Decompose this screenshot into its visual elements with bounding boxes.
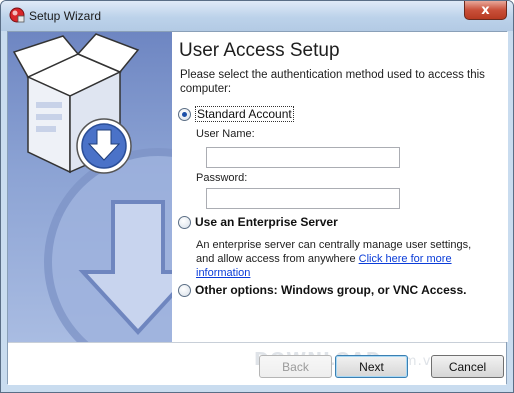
setup-wizard-window: Setup Wizard x User Access Setup Please … xyxy=(0,0,514,393)
enterprise-note-line1: An enterprise server can centrally manag… xyxy=(196,239,472,251)
title-bar[interactable]: Setup Wizard x xyxy=(1,1,513,31)
standard-account-radio[interactable] xyxy=(178,107,191,121)
enterprise-server-radio[interactable] xyxy=(178,215,191,229)
wizard-side-banner xyxy=(8,32,172,342)
other-options-option[interactable]: Other options: Windows group, or VNC Acc… xyxy=(178,283,466,297)
next-button[interactable]: Next xyxy=(335,355,408,378)
back-button[interactable]: Back xyxy=(259,355,332,378)
username-label: User Name: xyxy=(196,128,255,140)
standard-account-option[interactable]: Standard Account xyxy=(178,106,294,122)
wizard-client-area: User Access Setup Please select the auth… xyxy=(7,31,508,385)
other-options-label[interactable]: Other options: Windows group, or VNC Acc… xyxy=(195,283,466,297)
username-input[interactable] xyxy=(206,147,400,168)
other-options-radio[interactable] xyxy=(178,283,191,297)
password-label: Password: xyxy=(196,172,248,184)
wizard-content: User Access Setup Please select the auth… xyxy=(172,32,508,342)
enterprise-server-option[interactable]: Use an Enterprise Server xyxy=(178,215,338,229)
close-icon: x xyxy=(481,2,490,18)
enterprise-note: An enterprise server can centrally manag… xyxy=(196,238,506,280)
wizard-footer: DOWNLOAD.com.vn Back Next Cancel xyxy=(8,342,506,385)
page-title: User Access Setup xyxy=(179,40,340,61)
enterprise-note-line2-wrapper: and allow access from anywhere Click her… xyxy=(196,252,506,280)
enterprise-note-line2: and allow access from anywhere xyxy=(196,253,356,265)
window-title: Setup Wizard xyxy=(29,9,102,23)
enterprise-server-label[interactable]: Use an Enterprise Server xyxy=(195,215,338,229)
radio-selected-dot xyxy=(182,111,187,117)
close-button[interactable]: x xyxy=(464,1,507,20)
password-input[interactable] xyxy=(206,188,400,209)
download-arrow-icon xyxy=(76,118,132,174)
setup-wizard-app-icon xyxy=(9,7,25,23)
page-description: Please select the authentication method … xyxy=(180,69,485,95)
cancel-button[interactable]: Cancel xyxy=(431,355,504,378)
standard-account-label[interactable]: Standard Account xyxy=(195,106,294,122)
software-box-icon xyxy=(12,33,172,342)
